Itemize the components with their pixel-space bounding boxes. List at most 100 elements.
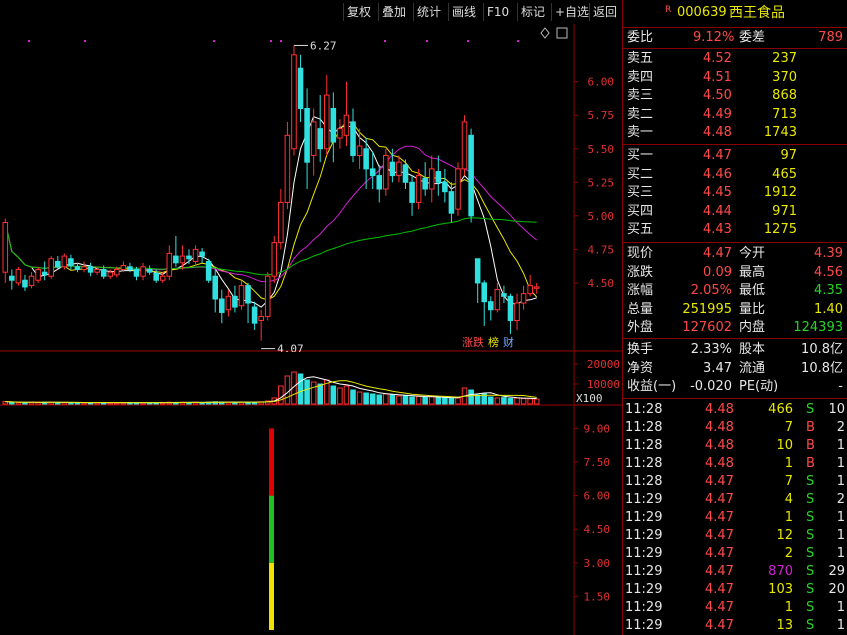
candle[interactable] bbox=[61, 253, 68, 270]
candle[interactable] bbox=[81, 261, 87, 273]
volume-bar[interactable] bbox=[297, 373, 304, 405]
candle[interactable] bbox=[15, 266, 22, 286]
candle[interactable] bbox=[323, 74, 330, 156]
candle[interactable] bbox=[232, 285, 238, 313]
candle[interactable] bbox=[140, 262, 146, 281]
volume-bar[interactable] bbox=[389, 394, 396, 405]
chart-badge[interactable]: 财 bbox=[503, 335, 514, 349]
add-watchlist-button[interactable]: +自选 bbox=[551, 3, 592, 21]
chart-badge[interactable]: 涨跌 bbox=[462, 335, 484, 349]
volume-bar[interactable] bbox=[448, 397, 455, 405]
candle[interactable] bbox=[455, 162, 461, 216]
volume-bar[interactable] bbox=[527, 398, 533, 405]
volume-bar[interactable] bbox=[330, 385, 337, 405]
overlay-button[interactable]: 叠加 bbox=[378, 3, 409, 21]
volume-bar[interactable] bbox=[363, 392, 369, 405]
volume-bar[interactable] bbox=[520, 398, 527, 405]
volume-bar[interactable] bbox=[343, 385, 350, 405]
volume-bar[interactable] bbox=[9, 401, 15, 405]
candle[interactable] bbox=[238, 280, 245, 310]
indicator-chart[interactable]: 9.00 7.50 6.00 4.50 3.00 1.50 bbox=[0, 406, 622, 635]
volume-bar[interactable] bbox=[369, 393, 376, 405]
candle[interactable] bbox=[297, 54, 304, 122]
window-icon[interactable] bbox=[556, 27, 568, 39]
candle[interactable] bbox=[133, 266, 140, 281]
candle[interactable] bbox=[48, 256, 54, 279]
statistics-button[interactable]: 统计 bbox=[413, 3, 444, 21]
candle[interactable] bbox=[507, 293, 514, 334]
candle[interactable] bbox=[146, 265, 153, 275]
candle[interactable] bbox=[383, 148, 389, 196]
candle[interactable] bbox=[310, 108, 317, 176]
volume-bar[interactable] bbox=[304, 379, 310, 405]
volume-bar[interactable] bbox=[284, 375, 291, 405]
candle[interactable] bbox=[396, 155, 402, 183]
candle[interactable] bbox=[343, 81, 350, 147]
volume-bar[interactable] bbox=[310, 381, 317, 405]
candle[interactable] bbox=[474, 258, 481, 304]
volume-bar[interactable] bbox=[442, 397, 448, 405]
diamond-icon[interactable] bbox=[540, 27, 550, 39]
candle[interactable] bbox=[9, 269, 15, 290]
candle[interactable] bbox=[350, 108, 356, 163]
candle[interactable] bbox=[422, 162, 428, 196]
candle[interactable] bbox=[212, 269, 219, 313]
candle[interactable] bbox=[527, 274, 533, 297]
volume-bar[interactable] bbox=[422, 396, 428, 405]
candle[interactable] bbox=[264, 272, 271, 321]
candle[interactable] bbox=[369, 151, 376, 189]
candle[interactable] bbox=[219, 289, 225, 324]
volume-bar[interactable] bbox=[376, 394, 383, 405]
candle[interactable] bbox=[173, 235, 179, 267]
volume-bar[interactable] bbox=[22, 402, 28, 405]
volume-bar[interactable] bbox=[514, 397, 520, 405]
volume-bar[interactable] bbox=[494, 397, 501, 405]
candle[interactable] bbox=[199, 248, 205, 263]
volume-bar[interactable] bbox=[435, 397, 442, 405]
candle[interactable] bbox=[87, 262, 94, 277]
candle[interactable] bbox=[28, 272, 35, 289]
candle[interactable] bbox=[481, 280, 488, 326]
candle[interactable] bbox=[330, 92, 337, 163]
candle[interactable] bbox=[166, 245, 173, 281]
volume-bar[interactable] bbox=[501, 397, 507, 405]
candle[interactable] bbox=[245, 282, 251, 324]
candle[interactable] bbox=[68, 254, 74, 270]
candle[interactable] bbox=[22, 274, 28, 291]
candle[interactable] bbox=[468, 128, 474, 223]
volume-bar[interactable] bbox=[488, 396, 494, 405]
candle[interactable] bbox=[409, 175, 415, 216]
volume-bar[interactable] bbox=[474, 394, 481, 405]
candle[interactable] bbox=[533, 282, 540, 294]
volume-bar[interactable] bbox=[383, 393, 389, 405]
candle[interactable] bbox=[291, 45, 297, 156]
candle[interactable] bbox=[488, 296, 494, 321]
candle[interactable] bbox=[35, 266, 41, 283]
candle[interactable] bbox=[520, 285, 527, 310]
candle[interactable] bbox=[271, 235, 278, 283]
fuquan-button[interactable]: 复权 bbox=[343, 3, 374, 21]
price-candlestick-chart[interactable]: 6.00 5.75 5.50 5.25 5.00 4.75 4.50 6.27 4.07 涨跌榜财 bbox=[0, 24, 622, 352]
volume-bar[interactable] bbox=[396, 395, 402, 405]
candle[interactable] bbox=[435, 155, 442, 196]
draw-line-button[interactable]: 画线 bbox=[448, 3, 479, 21]
candle[interactable] bbox=[461, 115, 468, 176]
candle[interactable] bbox=[251, 301, 258, 330]
volume-bar[interactable] bbox=[337, 387, 343, 405]
volume-chart[interactable]: 20000 10000X100 bbox=[0, 352, 622, 406]
back-button[interactable]: 返回 bbox=[589, 3, 620, 21]
volume-bar[interactable] bbox=[428, 396, 435, 405]
candle[interactable] bbox=[258, 309, 264, 341]
volume-bar[interactable] bbox=[409, 396, 415, 405]
volume-bar[interactable] bbox=[468, 389, 474, 405]
candle[interactable] bbox=[278, 189, 284, 250]
candle[interactable] bbox=[442, 168, 448, 203]
candle[interactable] bbox=[337, 119, 343, 149]
candle[interactable] bbox=[317, 95, 323, 163]
mark-button[interactable]: 标记 bbox=[517, 3, 548, 21]
kline-chart-pane[interactable]: 复权 叠加 统计 画线 F10 标记 +自选 返回 6.00 5.75 5.50 5.… bbox=[0, 0, 622, 635]
candle[interactable] bbox=[179, 245, 186, 270]
volume-bar[interactable] bbox=[317, 383, 323, 405]
candle[interactable] bbox=[41, 261, 48, 281]
volume-bar[interactable] bbox=[402, 395, 409, 405]
